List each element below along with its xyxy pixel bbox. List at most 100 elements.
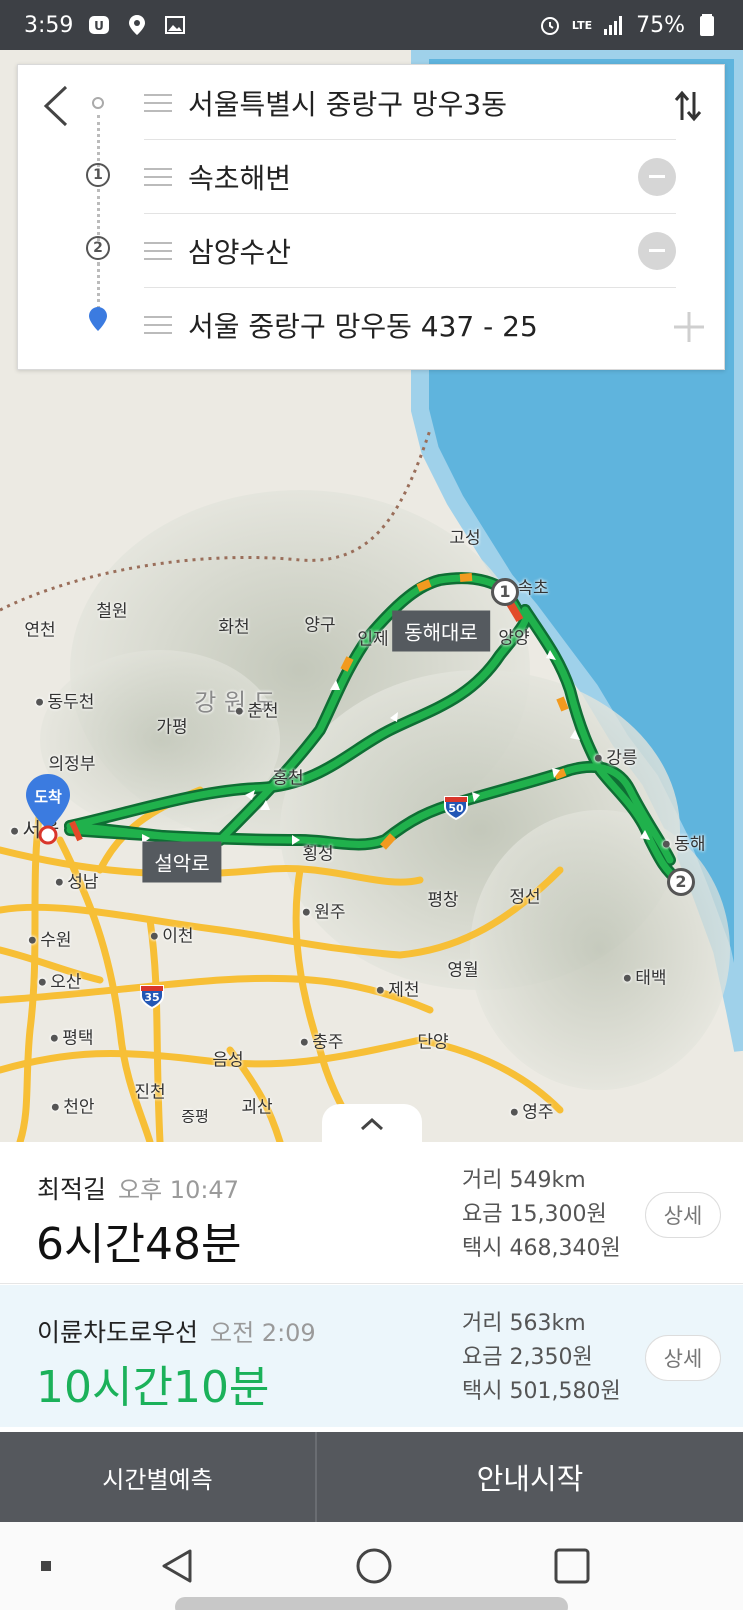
route-taxi-fare: 택시 468,340원	[462, 1236, 621, 1261]
alarm-icon	[538, 13, 562, 37]
chevron-up-icon	[360, 1117, 384, 1131]
plus-icon	[674, 312, 704, 342]
place-label: 원주	[302, 898, 345, 923]
location-icon	[125, 13, 149, 37]
place-label: 강릉	[594, 744, 637, 769]
origin-label: 서울특별시 중랑구 망우3동	[188, 87, 507, 121]
place-label: 영월	[447, 960, 479, 981]
route-name-line: 최적길 오후 10:47	[37, 1170, 239, 1206]
svg-text:U: U	[95, 19, 105, 33]
place-label: 이천	[150, 922, 193, 947]
back-button[interactable]	[36, 81, 76, 131]
route-toll: 요금 15,300원	[462, 1202, 607, 1227]
drag-handle-icon[interactable]	[144, 315, 172, 334]
place-label: 성남	[55, 868, 98, 893]
place-label: 동해	[662, 830, 705, 855]
highway-number: 35	[144, 991, 160, 1004]
place-label: 수원	[28, 926, 71, 951]
route-name: 이륜차도로우선	[37, 1318, 199, 1347]
place-label: 양구	[304, 615, 336, 636]
place-label: 증평	[181, 1107, 209, 1126]
place-label: 철원	[96, 601, 128, 622]
route-connector	[97, 115, 100, 167]
route-option-motorcycle[interactable]: 이륜차도로우선 오전 2:09 10시간10분 거리 563km 요금 2,350…	[0, 1285, 743, 1427]
waypoint-row-2[interactable]: 삼양수산	[126, 213, 676, 288]
route-option-optimal[interactable]: 최적길 오후 10:47 6시간48분 거리 549km 요금 15,300원 택…	[0, 1142, 743, 1284]
route-taxi-fare: 택시 501,580원	[462, 1379, 621, 1404]
highway-number: 50	[448, 802, 464, 815]
place-label: 오산	[38, 968, 81, 993]
expand-handle[interactable]	[322, 1104, 422, 1142]
nav-back-button[interactable]	[154, 1542, 202, 1590]
route-duration: 10시간10분	[36, 1362, 270, 1413]
place-label: 속초	[517, 578, 549, 599]
origin-row[interactable]: 서울특별시 중랑구 망우3동	[126, 65, 676, 140]
place-label: 동두천	[36, 688, 94, 713]
place-label: 영주	[510, 1098, 553, 1123]
arrival-time: 오전 2:09	[210, 1319, 316, 1347]
place-label: 의정부	[48, 754, 96, 775]
home-circle-icon	[356, 1548, 392, 1584]
route-info: 거리 549km 요금 15,300원 택시 468,340원	[462, 1164, 621, 1266]
place-label: 천안	[51, 1093, 94, 1118]
highway-shield-icon: 50	[442, 793, 470, 821]
place-label: 고성	[449, 528, 481, 549]
route-info: 거리 563km 요금 2,350원 택시 501,580원	[462, 1307, 621, 1409]
waypoint-label: 삼양수산	[188, 235, 292, 269]
route-connector	[97, 262, 100, 310]
place-label: 연천	[24, 620, 56, 641]
destination-label: 서울 중랑구 망우동 437 - 25	[188, 309, 538, 343]
waypoint-marker-2[interactable]: 2	[667, 868, 695, 896]
recents-square-icon	[554, 1548, 590, 1584]
route-duration: 6시간48분	[36, 1219, 242, 1270]
place-label: 춘천	[235, 697, 278, 722]
add-waypoint-button[interactable]	[672, 310, 706, 344]
drag-handle-icon[interactable]	[144, 167, 172, 186]
detail-button[interactable]: 상세	[645, 1192, 721, 1238]
app-notification-icon: U	[87, 13, 111, 37]
destination-pin-icon	[88, 306, 108, 336]
swap-icon	[674, 90, 702, 122]
place-label: 음성	[212, 1050, 244, 1071]
route-distance: 거리 563km	[462, 1311, 586, 1336]
place-label: 횡성	[302, 844, 334, 865]
arrival-label: 도착	[34, 788, 62, 806]
place-label: 가평	[156, 717, 188, 738]
remove-waypoint-button[interactable]	[638, 157, 676, 196]
time-forecast-button[interactable]: 시간별예측	[0, 1432, 317, 1522]
back-triangle-icon	[162, 1549, 192, 1583]
battery-level: 75%	[636, 12, 685, 38]
detail-button[interactable]: 상세	[645, 1335, 721, 1381]
nav-home-button[interactable]	[350, 1542, 398, 1590]
remove-waypoint-button[interactable]	[638, 231, 676, 270]
status-bar: 3:59 U LTE 75%	[0, 0, 743, 50]
network-type: LTE	[571, 18, 593, 32]
place-label: 홍천	[272, 768, 304, 789]
gesture-pill[interactable]	[175, 1597, 568, 1610]
waypoint-row-1[interactable]: 속초해변	[126, 139, 676, 214]
drag-handle-icon[interactable]	[144, 241, 172, 260]
place-label: 태백	[623, 964, 666, 989]
waypoint-marker-1[interactable]: 1	[491, 578, 519, 606]
signal-icon	[602, 13, 626, 37]
nav-recents-button[interactable]	[548, 1542, 596, 1590]
highway-shield-icon: 35	[138, 982, 166, 1010]
start-navigation-button[interactable]: 안내시작	[317, 1432, 743, 1522]
place-label: 충주	[300, 1028, 343, 1053]
action-bar: 시간별예측 안내시작	[0, 1432, 743, 1522]
nav-menu-button[interactable]	[22, 1542, 70, 1590]
place-label: 인제	[357, 629, 389, 650]
place-label: 제천	[376, 976, 419, 1001]
status-time: 3:59	[24, 12, 74, 38]
destination-row[interactable]: 서울 중랑구 망우동 437 - 25	[126, 287, 676, 362]
drag-handle-icon[interactable]	[144, 93, 172, 112]
back-arrow-icon	[43, 85, 68, 127]
arrival-time: 오후 10:47	[118, 1176, 239, 1204]
route-name: 최적길	[37, 1175, 107, 1204]
route-connector	[97, 189, 100, 241]
waypoint-number-icon: 2	[86, 236, 110, 260]
route-input-card: 1 2 서울특별시 중랑구 망우3동 속초해변 삼양수산 서울 중랑구 망우동 …	[17, 64, 725, 370]
place-label: 단양	[417, 1032, 449, 1053]
battery-icon	[695, 13, 719, 37]
arrival-pin[interactable]: 도착	[24, 772, 72, 846]
